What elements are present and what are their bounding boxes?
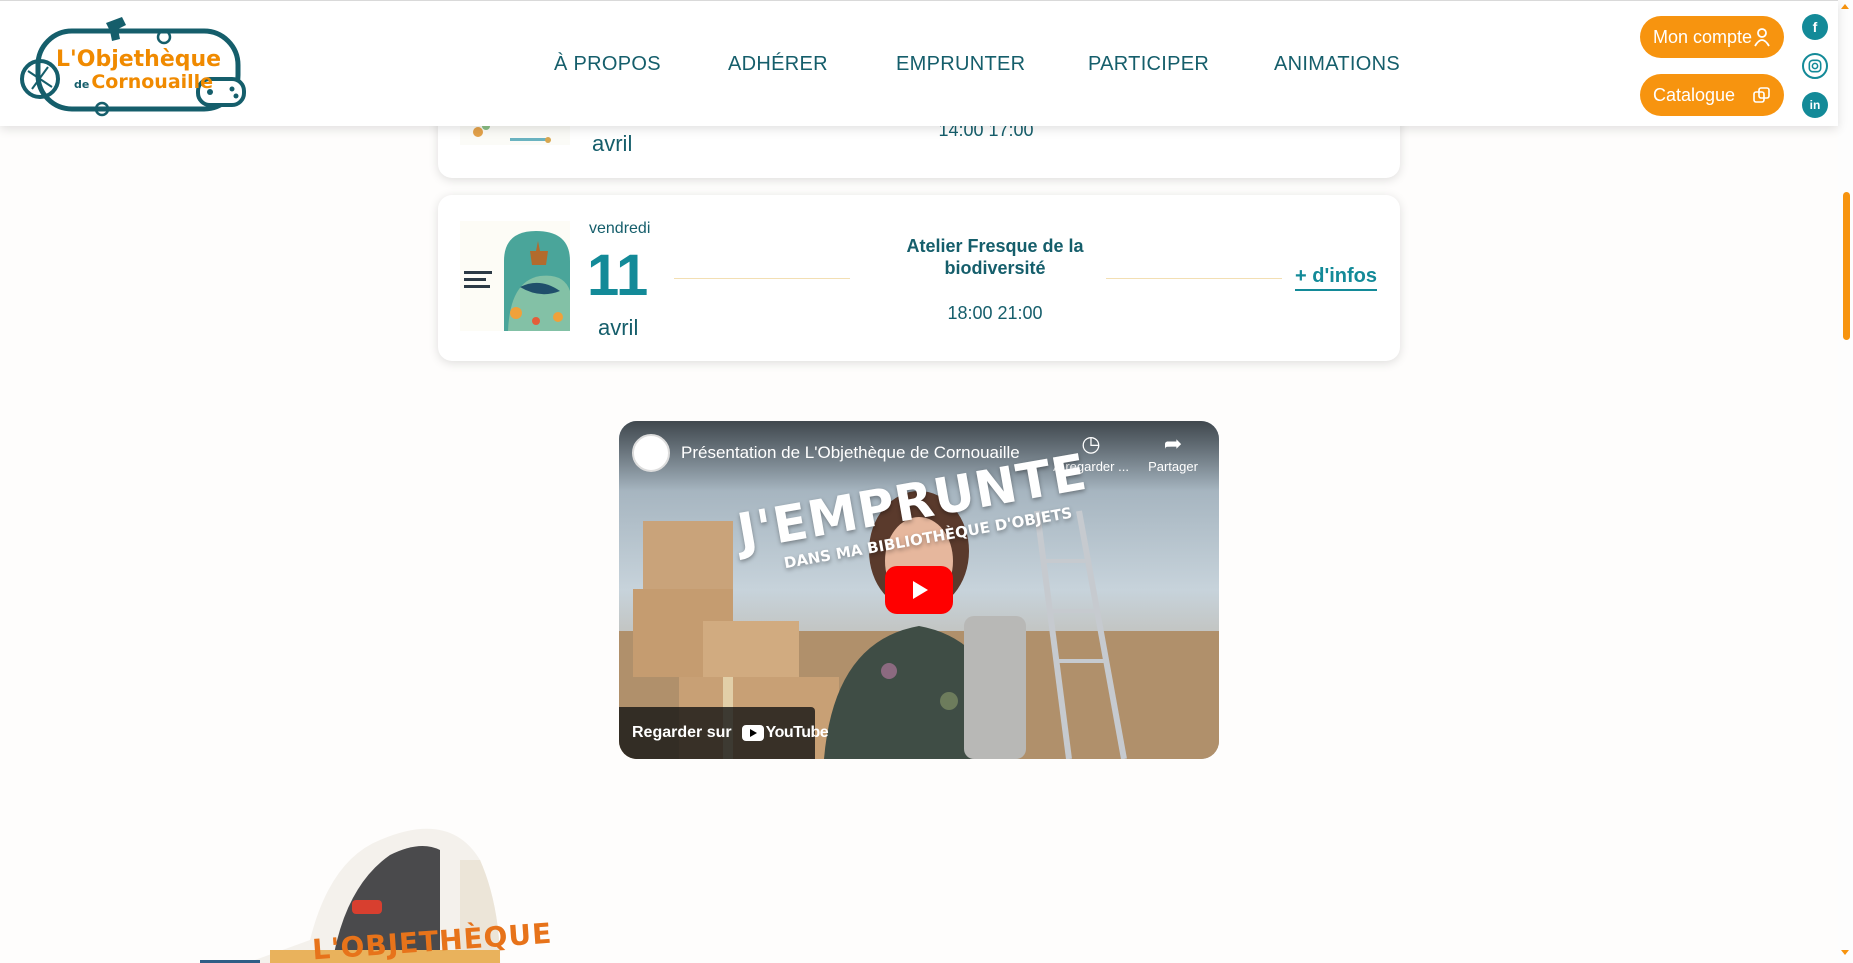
copy-icon <box>1753 87 1770 103</box>
share-button[interactable]: ➦ Partager <box>1133 431 1213 475</box>
main-nav: À PROPOS ADHÉRER EMPRUNTER PARTICIPER AN… <box>0 53 1853 79</box>
event-thumbnail[interactable] <box>460 221 570 331</box>
scroll-down-arrow-icon[interactable] <box>1841 950 1849 955</box>
nav-item-adherer[interactable]: ADHÉRER <box>728 53 828 76</box>
watch-on-label: Regarder sur <box>632 724 732 741</box>
catalogue-button[interactable]: Catalogue <box>1640 74 1784 116</box>
event-weekday: vendredi <box>589 220 651 237</box>
divider <box>1106 278 1282 279</box>
biodiversity-poster-icon <box>460 221 570 331</box>
event-card: vendredi 11 avril Atelier Fresque de la … <box>438 195 1400 361</box>
nav-item-a-propos[interactable]: À PROPOS <box>554 53 661 76</box>
instagram-icon[interactable] <box>1802 53 1828 79</box>
nav-item-participer[interactable]: PARTICIPER <box>1088 53 1209 76</box>
user-icon <box>1754 28 1770 47</box>
instagram-glyph-icon <box>1808 59 1822 73</box>
logo-line2-prefix: de <box>74 78 90 91</box>
site-header: L'Objethèque de Cornouaille À PROPOS ADHÉ… <box>0 0 1838 126</box>
account-button[interactable]: Mon compte <box>1640 16 1784 58</box>
play-icon <box>913 581 928 599</box>
youtube-logo: YouTube <box>741 724 829 742</box>
account-button-label: Mon compte <box>1653 26 1753 47</box>
event-month: avril <box>598 315 639 340</box>
more-info-link[interactable]: + d'infos <box>1295 265 1377 291</box>
nav-item-emprunter[interactable]: EMPRUNTER <box>896 53 1025 76</box>
event-title: Atelier Fresque de la biodiversité <box>906 236 1084 278</box>
event-day: 11 <box>587 243 649 308</box>
facebook-icon[interactable]: f <box>1802 14 1828 40</box>
linkedin-icon[interactable]: in <box>1802 92 1828 118</box>
divider <box>674 278 850 279</box>
play-button[interactable] <box>885 566 953 614</box>
scroll-thumb[interactable] <box>1843 192 1850 340</box>
scroll-up-arrow-icon[interactable] <box>1841 4 1849 9</box>
video-title[interactable]: Présentation de L'Objethèque de Cornouai… <box>681 443 1020 463</box>
page-scrollbar[interactable] <box>1838 0 1853 963</box>
event-month: avril <box>592 131 633 156</box>
youtube-play-icon <box>741 725 764 741</box>
youtube-logo-text: YouTube <box>765 724 829 741</box>
catalogue-button-label: Catalogue <box>1653 84 1736 105</box>
channel-avatar[interactable] <box>632 434 670 472</box>
share-label: Partager <box>1148 459 1198 474</box>
share-icon: ➦ <box>1163 431 1183 456</box>
nav-item-animations[interactable]: ANIMATIONS <box>1274 53 1400 76</box>
watch-on-youtube-button[interactable]: Regarder sur YouTube <box>619 707 829 759</box>
youtube-video-embed[interactable]: Présentation de L'Objethèque de Cornouai… <box>619 421 1219 759</box>
event-time: 18:00 21:00 <box>947 303 1043 323</box>
